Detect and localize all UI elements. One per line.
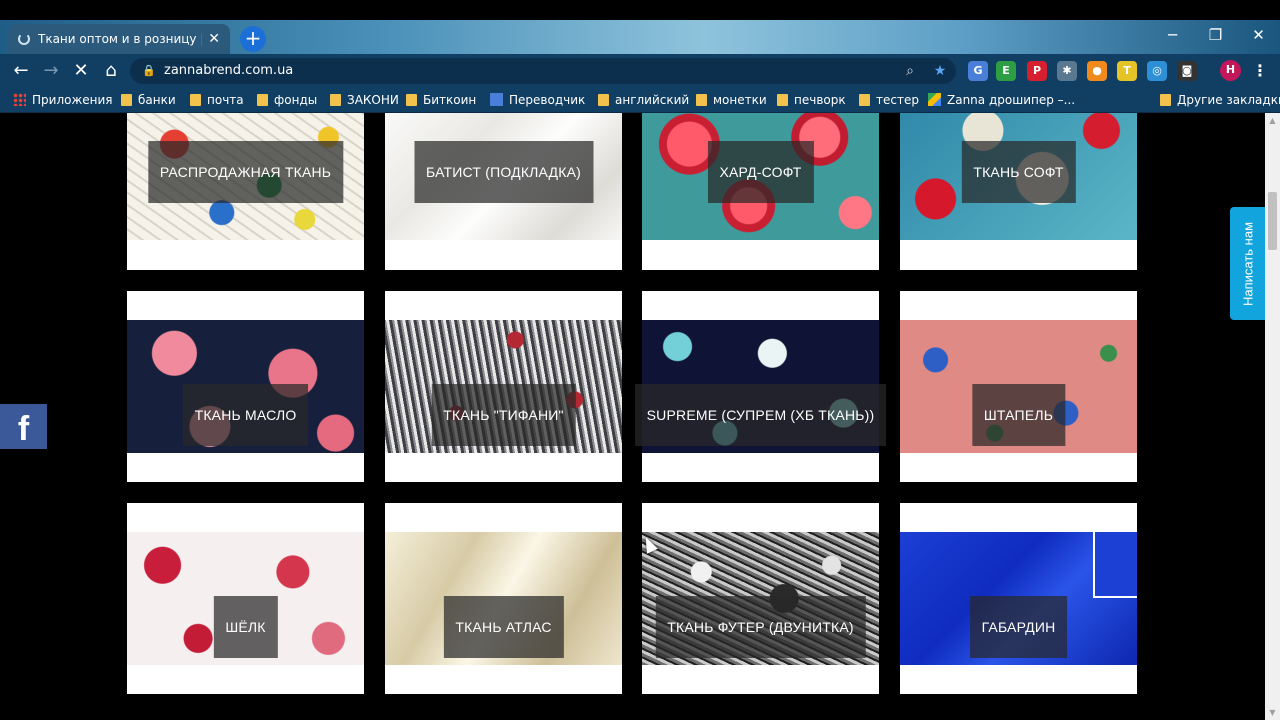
home-button[interactable]: ⌂ <box>96 54 126 88</box>
category-card[interactable]: ТКАНЬ АТЛАС <box>385 503 622 694</box>
bookmark-label: монетки <box>713 93 767 107</box>
category-label[interactable]: ТКАНЬ ФУТЕР (ДВУНИТКА) <box>655 596 866 658</box>
bookmark-item[interactable]: печворк <box>777 88 846 113</box>
category-card[interactable]: ШТАПЕЛЬ <box>900 291 1137 482</box>
page-scrollbar[interactable]: ▲ ▼ <box>1265 113 1280 720</box>
category-card[interactable]: SUPREME (СУПРЕМ (ХБ ТКАНЬ)) <box>634 291 887 482</box>
bookmark-apps[interactable]: Приложения <box>13 88 113 113</box>
bookmark-item[interactable]: тестер <box>859 88 919 113</box>
folder-icon <box>190 94 201 106</box>
bookmark-label: Другие закладки <box>1177 93 1280 107</box>
bookmark-item[interactable]: Zanna дрошипер –... <box>928 88 1075 113</box>
back-button[interactable]: ← <box>6 54 36 88</box>
new-tab-button[interactable]: + <box>240 26 266 52</box>
bookmark-star-icon[interactable]: ★ <box>928 58 952 84</box>
bookmark-item[interactable]: английский <box>598 88 689 113</box>
tab-title: Ткани оптом и в розницу | Инте <box>38 32 202 46</box>
bookmark-label: Zanna дрошипер –... <box>947 93 1076 107</box>
category-label[interactable]: БАТИСТ (ПОДКЛАДКА) <box>414 141 593 203</box>
drive-icon <box>928 93 941 106</box>
folder-icon <box>121 94 132 106</box>
folder-icon <box>777 94 788 106</box>
category-card[interactable]: ШЁЛК <box>127 503 364 694</box>
write-us-label: Написать нам <box>1240 221 1255 306</box>
scroll-up-arrow-icon[interactable]: ▲ <box>1265 113 1280 128</box>
category-label[interactable]: ТКАНЬ МАСЛО <box>182 384 309 446</box>
bookmark-other[interactable]: Другие закладки <box>1160 88 1280 113</box>
translate-extension-icon[interactable]: G <box>968 61 988 81</box>
category-label[interactable]: РАСПРОДАЖНАЯ ТКАНЬ <box>147 141 344 203</box>
bookmark-label: фонды <box>274 93 318 107</box>
folder-icon <box>330 94 341 106</box>
category-label[interactable]: ТКАНЬ "ТИФАНИ" <box>431 384 576 446</box>
browser-menu-icon[interactable]: ⋮ <box>1250 61 1270 81</box>
evernote-extension-icon[interactable]: E <box>996 61 1016 81</box>
bookmark-item[interactable]: Переводчик <box>490 88 585 113</box>
loading-spinner-icon <box>18 33 30 45</box>
category-label[interactable]: ШТАПЕЛЬ <box>971 384 1066 446</box>
category-label[interactable]: ГАБАРДИН <box>969 596 1068 658</box>
write-us-button[interactable]: Написать нам <box>1230 207 1265 320</box>
bookmark-label: печворк <box>794 93 846 107</box>
category-label[interactable]: ТКАНЬ СОФТ <box>961 141 1076 203</box>
product-thumbnail <box>1093 532 1137 598</box>
category-card[interactable]: ТКАНЬ СОФТ <box>900 113 1137 270</box>
category-card[interactable]: ГАБАРДИН <box>900 503 1137 694</box>
folder-icon <box>696 94 707 106</box>
folder-icon <box>598 94 609 106</box>
category-card[interactable]: БАТИСТ (ПОДКЛАДКА) <box>385 113 622 270</box>
address-url: zannabrend.com.ua <box>164 63 294 78</box>
scroll-thumb[interactable] <box>1268 192 1277 250</box>
bookmark-item[interactable]: ЗАКОНИ <box>330 88 399 113</box>
bookmark-label: английский <box>615 93 690 107</box>
bookmark-item[interactable]: фонды <box>257 88 317 113</box>
category-card[interactable]: ХАРД-СОФТ <box>642 113 879 270</box>
folder-icon <box>257 94 268 106</box>
bookmark-label: тестер <box>876 93 919 107</box>
apps-grid-icon <box>13 93 26 106</box>
close-window-button[interactable]: ✕ <box>1237 20 1280 50</box>
bookmark-label: Биткоин <box>423 93 477 107</box>
folder-icon <box>1160 94 1171 106</box>
category-label[interactable]: ТКАНЬ АТЛАС <box>443 596 564 658</box>
category-card[interactable]: РАСПРОДАЖНАЯ ТКАНЬ <box>127 113 364 270</box>
minimize-button[interactable]: ─ <box>1151 20 1194 50</box>
restore-button[interactable]: ❐ <box>1194 20 1237 50</box>
tab-close-icon[interactable]: ✕ <box>208 31 220 47</box>
orange-extension-icon[interactable]: ● <box>1087 61 1107 81</box>
stop-reload-button[interactable]: ✕ <box>66 54 96 88</box>
category-card[interactable]: ТКАНЬ "ТИФАНИ" <box>385 291 622 482</box>
bookmark-item[interactable]: Биткоин <box>406 88 476 113</box>
category-label[interactable]: SUPREME (СУПРЕМ (ХБ ТКАНЬ)) <box>634 384 887 446</box>
category-card[interactable]: ТКАНЬ МАСЛО <box>127 291 364 482</box>
pinterest-extension-icon[interactable]: P <box>1027 61 1047 81</box>
category-card[interactable]: ТКАНЬ ФУТЕР (ДВУНИТКА) <box>642 503 879 694</box>
translate-icon <box>490 93 503 106</box>
bookmark-label: Переводчик <box>509 93 586 107</box>
puzzle-extension-icon[interactable]: ✱ <box>1057 61 1077 81</box>
bookmark-label: почта <box>207 93 244 107</box>
bookmark-item[interactable]: банки <box>121 88 176 113</box>
bookmark-label: банки <box>138 93 176 107</box>
bookmark-item[interactable]: почта <box>190 88 244 113</box>
browser-tab-active[interactable]: Ткани оптом и в розницу | Инте ✕ <box>8 24 230 54</box>
blue-extension-icon[interactable]: ◎ <box>1147 61 1167 81</box>
folder-icon <box>859 94 870 106</box>
bookmark-label: ЗАКОНИ <box>347 93 399 107</box>
folder-icon <box>406 94 417 106</box>
t-extension-icon[interactable]: T <box>1117 61 1137 81</box>
zoom-icon[interactable]: ⌕ <box>898 58 922 84</box>
facebook-button[interactable]: f <box>0 404 47 449</box>
lock-icon: 🔒 <box>142 64 156 77</box>
bookmark-label: Приложения <box>32 93 113 107</box>
bookmark-item[interactable]: монетки <box>696 88 767 113</box>
scroll-down-arrow-icon[interactable]: ▼ <box>1265 705 1280 720</box>
category-label[interactable]: ШЁЛК <box>213 596 278 658</box>
camera-extension-icon[interactable]: ◙ <box>1177 61 1197 81</box>
page-content: РАСПРОДАЖНАЯ ТКАНЬ БАТИСТ (ПОДКЛАДКА) ХАРД… <box>0 113 1265 720</box>
forward-button[interactable]: → <box>36 54 66 88</box>
profile-avatar[interactable]: H <box>1220 60 1241 81</box>
category-label[interactable]: ХАРД-СОФТ <box>707 141 814 203</box>
address-bar[interactable]: 🔒 zannabrend.com.ua <box>130 58 956 84</box>
